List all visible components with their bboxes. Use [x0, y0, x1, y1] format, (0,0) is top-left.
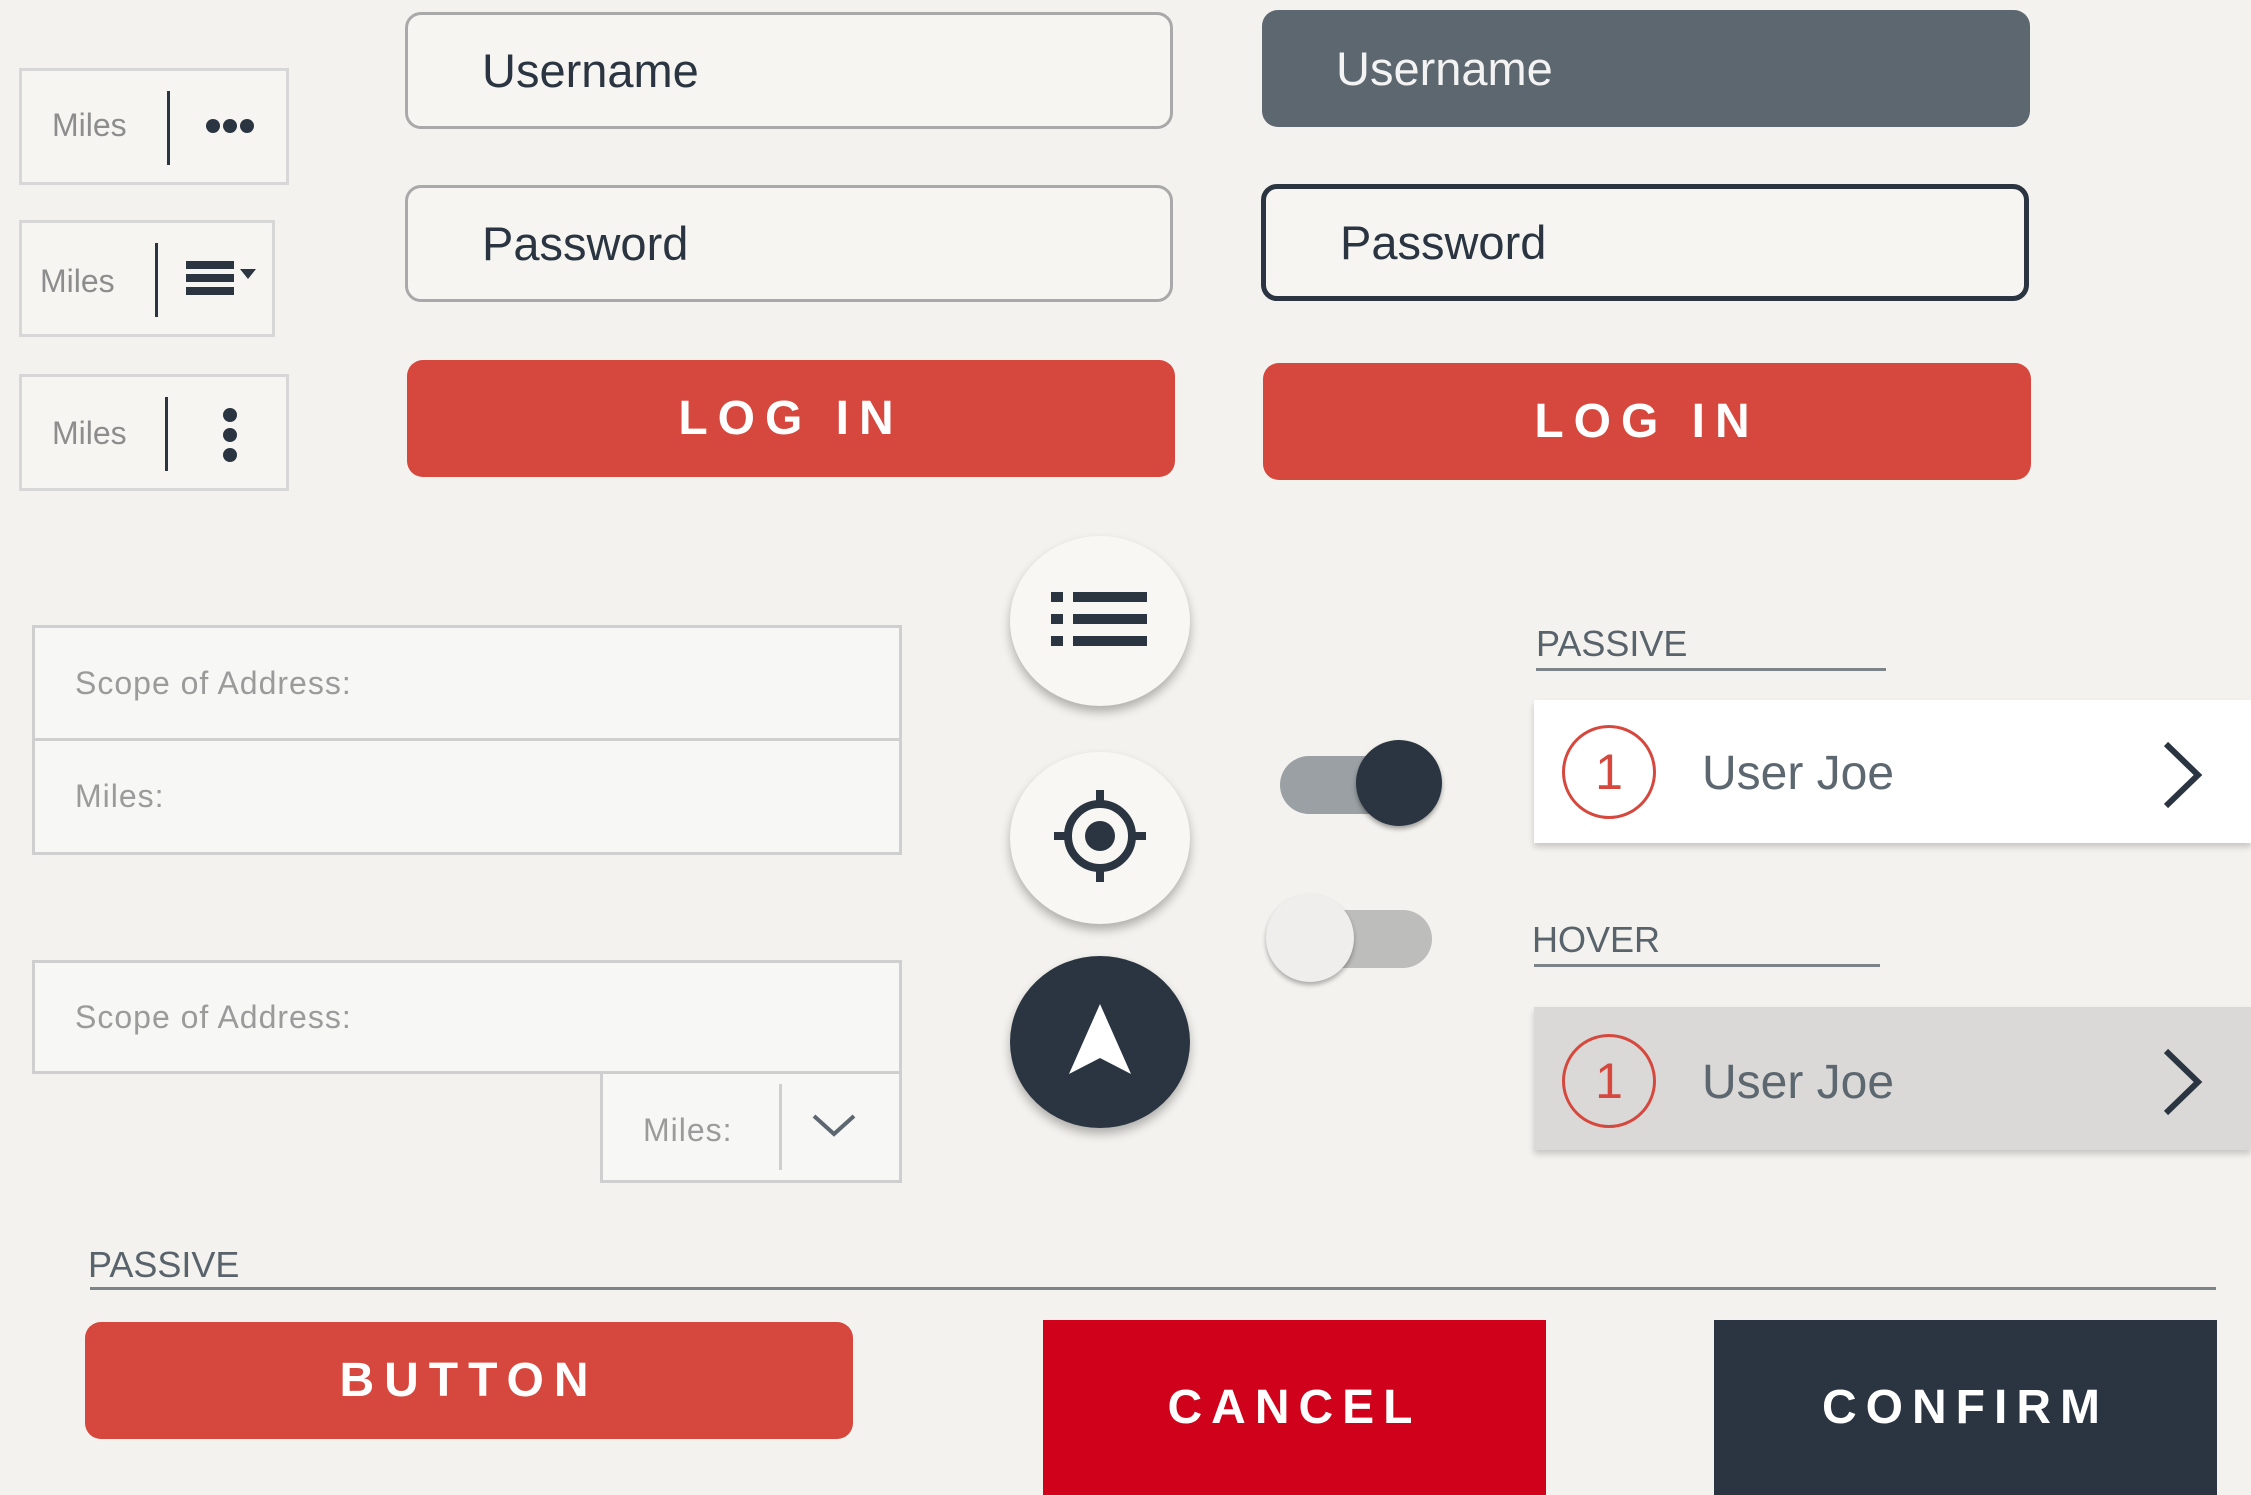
username-input[interactable]: Username — [405, 12, 1173, 129]
list-icon — [1051, 590, 1149, 653]
scope-row: Scope of Address: — [35, 963, 899, 1071]
notification-badge: 1 — [1562, 1034, 1656, 1128]
chevron-down-icon[interactable] — [811, 1110, 857, 1145]
toggle-on[interactable] — [1278, 738, 1446, 830]
list-dropdown-icon[interactable] — [186, 259, 260, 308]
notification-badge: 1 — [1562, 725, 1656, 819]
scope-of-address-field[interactable]: Scope of Address: — [32, 960, 902, 1074]
password-placeholder: Password — [482, 217, 689, 270]
scope-of-address-field[interactable]: Scope of Address: — [35, 628, 899, 738]
hover-section-label: HOVER — [1532, 919, 1661, 960]
miles-label: Miles: — [75, 777, 165, 814]
primary-button-label: BUTTON — [339, 1354, 599, 1407]
cancel-button-label: CANCEL — [1167, 1381, 1422, 1434]
miles-label: Miles: — [643, 1112, 733, 1148]
user-name: User Joe — [1702, 747, 1895, 800]
scope-of-address-label: Scope of Address: — [75, 664, 352, 701]
miles-widget-vertical[interactable]: Miles — [19, 374, 289, 491]
more-horizontal-icon[interactable] — [205, 111, 255, 146]
password-placeholder: Password — [1340, 216, 1547, 269]
divider — [155, 243, 158, 317]
divider — [165, 397, 168, 471]
confirm-button[interactable]: CONFIRM — [1714, 1320, 2217, 1495]
login-button[interactable]: LOG IN — [407, 360, 1175, 477]
username-placeholder: Username — [482, 44, 699, 97]
primary-button[interactable]: BUTTON — [85, 1322, 853, 1439]
confirm-button-label: CONFIRM — [1822, 1381, 2109, 1434]
locate-icon — [1054, 789, 1146, 887]
toggle-knob — [1356, 740, 1442, 826]
list-button[interactable] — [1010, 536, 1190, 706]
divider — [167, 91, 170, 165]
navigate-button[interactable] — [1010, 956, 1190, 1128]
miles-widget-label: Miles — [52, 107, 127, 143]
divider — [1536, 668, 1886, 671]
cancel-button[interactable]: CANCEL — [1043, 1320, 1546, 1495]
scope-of-address-label: Scope of Address: — [75, 998, 352, 1035]
divider — [90, 1287, 2216, 1290]
password-input-focused[interactable]: Password — [1261, 184, 2029, 301]
divider — [1534, 964, 1880, 967]
miles-widget-label: Miles — [52, 415, 127, 451]
miles-dropdown[interactable]: Miles: — [600, 1071, 902, 1183]
user-list-item[interactable]: 1 User Joe — [1534, 700, 2251, 843]
login-button-label: LOG IN — [678, 392, 904, 445]
miles-field[interactable]: Miles: — [35, 741, 899, 851]
navigate-arrow-icon — [1069, 1003, 1131, 1081]
toggle-knob — [1266, 894, 1354, 982]
password-input[interactable]: Password — [405, 185, 1173, 302]
login-button-active[interactable]: LOG IN — [1263, 363, 2031, 480]
more-vertical-icon[interactable] — [220, 407, 240, 468]
passive-section-label: PASSIVE — [88, 1244, 240, 1285]
passive-section-label: PASSIVE — [1536, 623, 1688, 664]
login-button-label: LOG IN — [1534, 395, 1760, 448]
username-placeholder: Username — [1336, 42, 1553, 95]
address-form: Scope of Address: Miles: — [32, 625, 902, 855]
miles-widget-more[interactable]: Miles — [19, 68, 289, 185]
username-input-active[interactable]: Username — [1262, 10, 2030, 127]
toggle-off[interactable] — [1264, 892, 1434, 986]
user-list-item-hover[interactable]: 1 User Joe — [1534, 1007, 2251, 1150]
miles-widget-list[interactable]: Miles — [19, 220, 275, 337]
chevron-right-icon — [2160, 740, 2204, 815]
chevron-right-icon — [2160, 1047, 2204, 1122]
miles-widget-label: Miles — [40, 263, 115, 299]
divider — [779, 1084, 782, 1170]
locate-button[interactable] — [1010, 752, 1190, 924]
user-name: User Joe — [1702, 1056, 1895, 1109]
